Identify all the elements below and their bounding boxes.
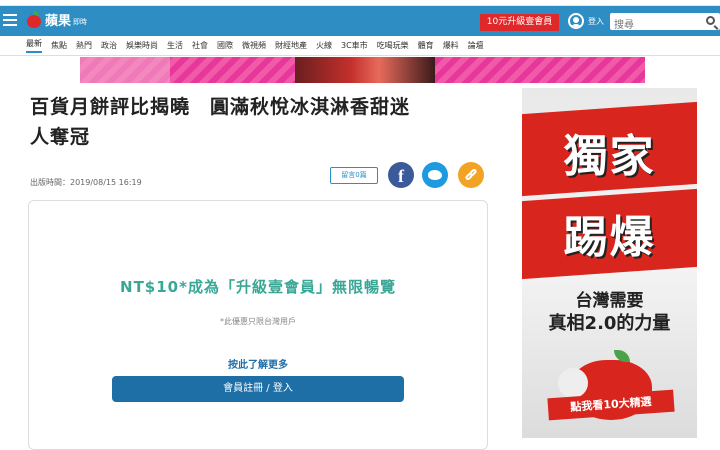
nav-item-latest[interactable]: 最新 <box>26 38 42 53</box>
nav-item-food-fun[interactable]: 吃喝玩樂 <box>377 40 409 51</box>
ad-tagline-2: 真相2.0的力量 <box>548 313 671 334</box>
nav-item-tips[interactable]: 爆料 <box>443 40 459 51</box>
apple-logo-icon <box>26 10 42 29</box>
twitter-bird-icon <box>428 170 442 180</box>
search-input[interactable] <box>610 17 700 34</box>
site-header: 蘋果 即時 10元升級壹會員 登入 <box>0 6 720 36</box>
nav-item-finance[interactable]: 財經地產 <box>275 40 307 51</box>
nav-item-hot[interactable]: 熱門 <box>76 40 92 51</box>
paywall-title: NT$10*成為「升級壹會員」無限暢覽 <box>120 278 396 296</box>
nav-item-society[interactable]: 社會 <box>192 40 208 51</box>
paywall-note: *此優惠只限台灣用戶 <box>220 317 296 326</box>
comment-count-button[interactable]: 留言0篇 <box>330 167 378 184</box>
search-box[interactable] <box>610 13 720 34</box>
site-logo[interactable]: 蘋果 即時 <box>26 10 87 29</box>
register-login-button[interactable]: 會員註冊 / 登入 <box>112 376 404 402</box>
nav-item-politics[interactable]: 政治 <box>101 40 117 51</box>
nav-item-3c-cars[interactable]: 3C車市 <box>341 40 368 51</box>
logo-sub: 即時 <box>73 17 88 26</box>
ad-headline-2: 踢爆 <box>563 212 656 263</box>
nav-item-micro-video[interactable]: 微視頻 <box>242 40 266 51</box>
upgrade-member-button[interactable]: 10元升級壹會員 <box>480 14 559 31</box>
nav-item-entertainment[interactable]: 娛樂時尚 <box>126 40 158 51</box>
nav-item-sports[interactable]: 體育 <box>418 40 434 51</box>
top-banner-ad[interactable] <box>80 57 645 83</box>
nav-item-frontline[interactable]: 火線 <box>316 40 332 51</box>
publish-time: 出版時間：2019/08/15 16:19 <box>30 178 142 187</box>
user-icon[interactable] <box>568 13 584 29</box>
banner-graphic-left <box>80 57 170 83</box>
nav-item-forum[interactable]: 論壇 <box>468 40 484 51</box>
nav-item-focus[interactable]: 焦點 <box>51 40 67 51</box>
nav-item-life[interactable]: 生活 <box>167 40 183 51</box>
article-headline: 百貨月餅評比揭曉 圓滿秋悅冰淇淋香甜迷 人奪冠 <box>30 92 490 152</box>
link-share-icon[interactable] <box>458 162 484 188</box>
banner-photo <box>295 57 435 83</box>
twitter-share-icon[interactable] <box>422 162 448 188</box>
ad-headline-1: 獨家 <box>563 131 656 182</box>
category-nav: 最新 焦點 熱門 政治 娛樂時尚 生活 社會 國際 微視頻 財經地產 火線 3C… <box>0 36 720 56</box>
menu-icon[interactable] <box>3 12 17 28</box>
search-icon[interactable] <box>706 16 715 25</box>
facebook-share-icon[interactable]: f <box>388 162 414 188</box>
headline-line-2: 人奪冠 <box>30 126 91 148</box>
paywall-box: NT$10*成為「升級壹會員」無限暢覽 *此優惠只限台灣用戶 按此了解更多 會員… <box>28 200 488 450</box>
sidebar-ad[interactable]: 獨家 踢爆 台灣需要 真相2.0的力量 點我看10大精選 <box>522 88 697 438</box>
nav-item-international[interactable]: 國際 <box>217 40 233 51</box>
learn-more-link[interactable]: 按此了解更多 <box>29 356 487 371</box>
headline-line-1: 百貨月餅評比揭曉 圓滿秋悅冰淇淋香甜迷 <box>30 96 411 118</box>
login-link[interactable]: 登入 <box>588 16 604 27</box>
ad-tagline-1: 台灣需要 <box>575 291 644 311</box>
logo-name: 蘋果 <box>45 14 72 29</box>
